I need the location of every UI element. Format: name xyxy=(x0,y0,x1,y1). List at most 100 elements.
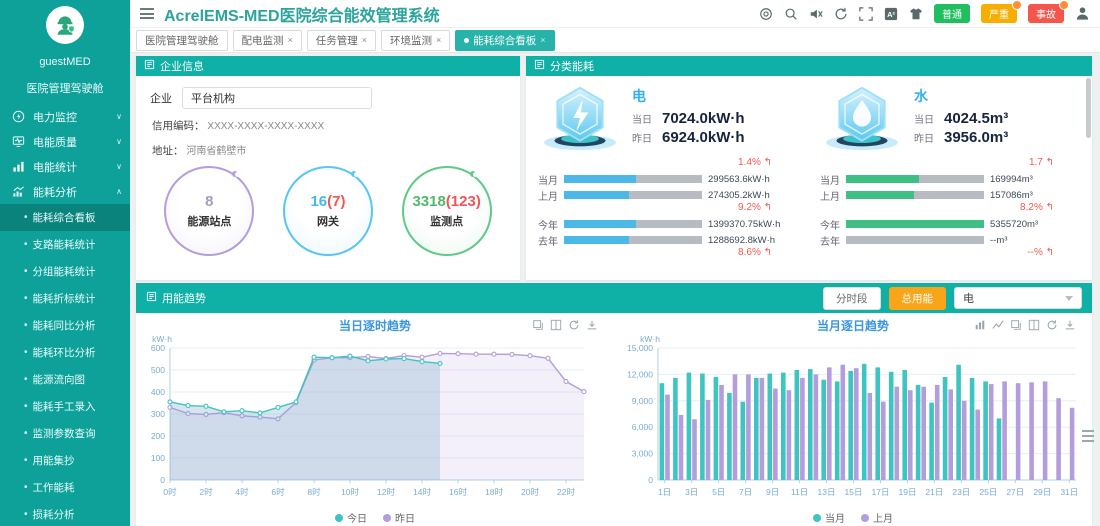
svg-text:6时: 6时 xyxy=(271,487,285,497)
app-window: guestMED 医院管理驾驶舱 电力监控∨电能质量∨电能统计∨能耗分析∧•能耗… xyxy=(0,0,1100,526)
restore-icon[interactable] xyxy=(1046,319,1058,331)
sidebar-item-energy-analysis[interactable]: 能耗分析∧ xyxy=(0,179,130,204)
sidebar-subitem[interactable]: •能耗环比分析 xyxy=(0,339,130,366)
refresh-icon[interactable] xyxy=(834,7,848,21)
restore-icon[interactable] xyxy=(568,319,580,331)
download-icon[interactable] xyxy=(586,319,598,331)
legend-item-今日[interactable]: 今日 xyxy=(335,510,367,525)
svg-text:13日: 13日 xyxy=(818,487,836,497)
sidebar-subitem[interactable]: •用能集抄 xyxy=(0,447,130,474)
download-icon[interactable] xyxy=(1064,319,1076,331)
bar-row-上月: 上月274305.2kW·h xyxy=(538,188,798,202)
sidebar-item-label: 电力监控 xyxy=(33,109,116,125)
close-icon[interactable]: × xyxy=(362,35,367,45)
search-icon[interactable] xyxy=(784,7,798,21)
tab-环境监测[interactable]: 环境监测× xyxy=(381,30,450,51)
value-row: 昨日6924.0kW·h xyxy=(632,129,745,146)
svg-text:12时: 12时 xyxy=(377,487,395,497)
legend-item-上月[interactable]: 上月 xyxy=(861,510,893,525)
energy-type-select[interactable]: 电 xyxy=(954,287,1082,309)
bar-group: 今年1399370.75kW·h去年1288692.8kW·h xyxy=(538,217,798,247)
tab-配电监测[interactable]: 配电监测× xyxy=(233,30,302,51)
svg-text:kW·h: kW·h xyxy=(640,334,660,344)
tiled-icon[interactable] xyxy=(1028,319,1040,331)
company-input[interactable] xyxy=(182,87,372,109)
sidebar-item-energy-stats[interactable]: 电能统计∨ xyxy=(0,154,130,179)
close-icon[interactable]: × xyxy=(288,35,293,45)
theme-icon[interactable] xyxy=(909,7,923,21)
sidebar-subitem[interactable]: •能耗同比分析 xyxy=(0,312,130,339)
alarm-badge-普通[interactable]: 普通 xyxy=(934,4,970,23)
bar-group: 当月299563.6kW·h 上月274305.2kW·h xyxy=(538,172,798,202)
category-values: 电当日7024.0kW·h昨日6924.0kW·h xyxy=(632,84,745,157)
close-icon[interactable]: × xyxy=(540,35,545,45)
sidebar-subitem[interactable]: •能耗折标统计 xyxy=(0,285,130,312)
sidebar-subitem[interactable]: •损耗分析 xyxy=(0,501,130,526)
sidebar-subitem-label: 损耗分析 xyxy=(33,507,75,522)
sidebar-subitem[interactable]: •能耗综合看板 xyxy=(0,204,130,231)
user-icon[interactable] xyxy=(1075,6,1090,21)
alarm-badge-严重[interactable]: 严重 xyxy=(981,4,1017,23)
bar-value: 1399370.75kW·h xyxy=(702,219,798,230)
svg-text:15,000: 15,000 xyxy=(627,343,653,353)
alarm-badge-事故[interactable]: 事故 xyxy=(1028,4,1064,23)
bar-fill xyxy=(564,191,629,199)
bar-label: 上月 xyxy=(820,188,846,203)
sidebar-subitem[interactable]: •能耗手工录入 xyxy=(0,393,130,420)
stack-icon[interactable] xyxy=(532,319,544,331)
tab-能耗综合看板[interactable]: 能耗综合看板× xyxy=(455,30,554,51)
svg-text:0时: 0时 xyxy=(163,487,177,497)
svg-text:4时: 4时 xyxy=(235,487,249,497)
sidebar-item-label: 能耗分析 xyxy=(33,184,116,200)
svg-text:12,000: 12,000 xyxy=(627,369,653,379)
fullscreen-icon[interactable] xyxy=(859,7,873,21)
sidebar-subitem[interactable]: •工作能耗 xyxy=(0,474,130,501)
bar-track xyxy=(564,220,702,228)
linechart-icon[interactable] xyxy=(992,319,1004,331)
tab-医院管理驾驶舱[interactable]: 医院管理驾驶舱 xyxy=(136,30,228,51)
time-segment-button[interactable]: 分时段 xyxy=(823,287,881,310)
stat-circle-能源站点: 8能源站点 xyxy=(164,166,254,256)
target-icon[interactable] xyxy=(759,7,773,21)
year-change-percent: --% ↰ xyxy=(820,247,1080,260)
svg-text:500: 500 xyxy=(151,365,165,375)
sidebar-subitem[interactable]: •分组能耗统计 xyxy=(0,258,130,285)
topbar-tools: A² 普通严重事故 xyxy=(759,4,1090,23)
analysis-icon xyxy=(12,185,28,198)
legend-item-昨日[interactable]: 昨日 xyxy=(383,510,415,525)
svg-text:9日: 9日 xyxy=(766,487,779,497)
legend-item-当月[interactable]: 当月 xyxy=(813,510,845,525)
translate-icon[interactable]: A² xyxy=(884,7,898,21)
bar-track xyxy=(846,191,984,199)
total-energy-button[interactable]: 总用能 xyxy=(889,287,947,310)
legend-label: 昨日 xyxy=(395,510,415,525)
close-icon[interactable]: × xyxy=(436,35,441,45)
bar-track xyxy=(846,236,984,244)
sidebar-subitem[interactable]: •能源流向图 xyxy=(0,366,130,393)
sidebar-item-power-quality[interactable]: 电能质量∨ xyxy=(0,129,130,154)
stat-label: 网关 xyxy=(317,213,339,229)
mute-icon[interactable] xyxy=(809,7,823,21)
tab-任务管理[interactable]: 任务管理× xyxy=(307,30,376,51)
panel-scrollbar[interactable] xyxy=(1086,78,1091,138)
svg-text:16时: 16时 xyxy=(449,487,467,497)
bar-row-去年: 去年1288692.8kW·h xyxy=(538,233,798,247)
drawer-toggle-icon[interactable] xyxy=(1082,430,1094,442)
svg-text:10时: 10时 xyxy=(341,487,359,497)
barchart-icon[interactable] xyxy=(974,319,986,331)
chart-legend: 当月 上月 xyxy=(614,510,1092,525)
stat-number: 3318 xyxy=(412,193,445,210)
stack-icon[interactable] xyxy=(1010,319,1022,331)
sidebar-item-home[interactable]: 医院管理驾驶舱 xyxy=(0,70,130,104)
legend-dot-icon xyxy=(813,514,821,522)
bar-row-当月: 当月299563.6kW·h xyxy=(538,172,798,186)
svg-text:27日: 27日 xyxy=(1006,487,1024,497)
tiled-icon[interactable] xyxy=(550,319,562,331)
sidebar-subitem[interactable]: •支路能耗统计 xyxy=(0,231,130,258)
bar-group: 当月169994m³上月157086m³ xyxy=(820,172,1080,202)
sidebar-subitem[interactable]: •监测参数查询 xyxy=(0,420,130,447)
menu-toggle-icon[interactable] xyxy=(140,8,154,19)
svg-text:600: 600 xyxy=(151,343,165,353)
sidebar-item-power-monitor[interactable]: 电力监控∨ xyxy=(0,104,130,129)
svg-text:7日: 7日 xyxy=(739,487,752,497)
